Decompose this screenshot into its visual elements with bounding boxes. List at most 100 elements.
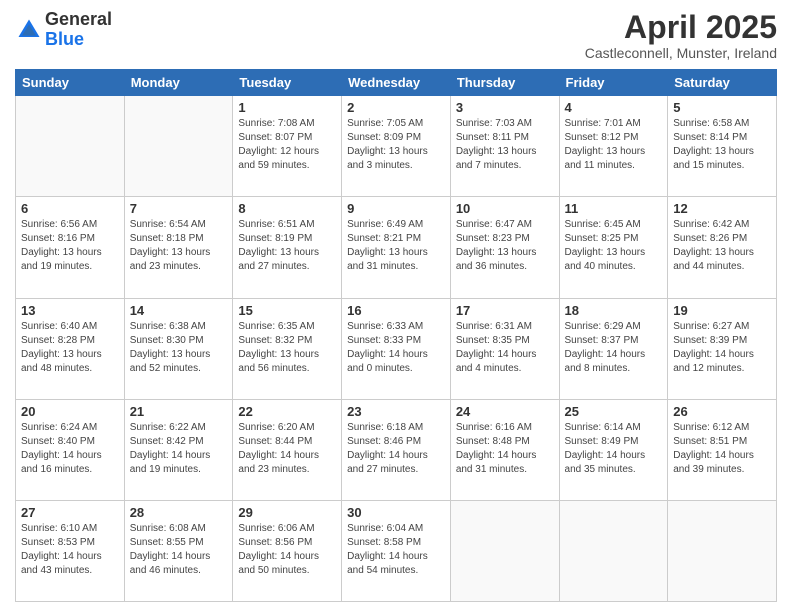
day-info: Sunrise: 6:14 AM Sunset: 8:49 PM Dayligh… bbox=[565, 421, 663, 477]
day-number: 20 bbox=[21, 404, 119, 419]
logo-text: General Blue bbox=[45, 10, 112, 50]
day-cell: 11Sunrise: 6:45 AM Sunset: 8:25 PM Dayli… bbox=[559, 197, 668, 298]
day-cell bbox=[559, 500, 668, 601]
day-info: Sunrise: 6:56 AM Sunset: 8:16 PM Dayligh… bbox=[21, 218, 119, 274]
day-number: 14 bbox=[130, 303, 228, 318]
day-number: 12 bbox=[673, 201, 771, 216]
day-cell: 6 Sunrise: 6:56 AM Sunset: 8:16 PM Daylig… bbox=[16, 197, 125, 298]
day-number: 9 bbox=[347, 201, 445, 216]
day-info: Sunrise: 6:20 AM Sunset: 8:44 PM Dayligh… bbox=[238, 421, 336, 477]
day-number: 26 bbox=[673, 404, 771, 419]
month-title: April 2025 bbox=[585, 10, 777, 45]
day-number: 7 bbox=[130, 201, 228, 216]
day-cell: 18 Sunrise: 6:29 AM Sunset: 8:37 PM Dayli… bbox=[559, 298, 668, 399]
header-cell-thursday: Thursday bbox=[450, 70, 559, 96]
day-cell bbox=[450, 500, 559, 601]
day-info: Sunrise: 6:24 AM Sunset: 8:40 PM Dayligh… bbox=[21, 421, 119, 477]
day-cell: 2Sunrise: 7:05 AM Sunset: 8:09 PM Daylig… bbox=[342, 96, 451, 197]
day-cell: 28Sunrise: 6:08 AM Sunset: 8:55 PM Dayli… bbox=[124, 500, 233, 601]
day-number: 27 bbox=[21, 505, 119, 520]
day-info: Sunrise: 6:47 AM Sunset: 8:23 PM Dayligh… bbox=[456, 218, 554, 274]
day-info: Sunrise: 6:40 AM Sunset: 8:28 PM Dayligh… bbox=[21, 320, 119, 376]
day-cell: 30Sunrise: 6:04 AM Sunset: 8:58 PM Dayli… bbox=[342, 500, 451, 601]
week-row-2: 13 Sunrise: 6:40 AM Sunset: 8:28 PM Dayli… bbox=[16, 298, 777, 399]
week-row-4: 27 Sunrise: 6:10 AM Sunset: 8:53 PM Dayli… bbox=[16, 500, 777, 601]
day-info: Sunrise: 7:01 AM Sunset: 8:12 PM Dayligh… bbox=[565, 117, 663, 173]
day-info: Sunrise: 6:45 AM Sunset: 8:25 PM Dayligh… bbox=[565, 218, 663, 274]
day-number: 25 bbox=[565, 404, 663, 419]
day-info: Sunrise: 6:54 AM Sunset: 8:18 PM Dayligh… bbox=[130, 218, 228, 274]
day-cell: 10 Sunrise: 6:47 AM Sunset: 8:23 PM Dayli… bbox=[450, 197, 559, 298]
page: General Blue April 2025 Castleconnell, M… bbox=[0, 0, 792, 612]
header-cell-tuesday: Tuesday bbox=[233, 70, 342, 96]
header-cell-saturday: Saturday bbox=[668, 70, 777, 96]
day-number: 22 bbox=[238, 404, 336, 419]
day-info: Sunrise: 6:29 AM Sunset: 8:37 PM Dayligh… bbox=[565, 320, 663, 376]
day-cell: 29 Sunrise: 6:06 AM Sunset: 8:56 PM Dayli… bbox=[233, 500, 342, 601]
day-cell: 23Sunrise: 6:18 AM Sunset: 8:46 PM Dayli… bbox=[342, 399, 451, 500]
day-number: 10 bbox=[456, 201, 554, 216]
day-info: Sunrise: 6:49 AM Sunset: 8:21 PM Dayligh… bbox=[347, 218, 445, 274]
day-number: 6 bbox=[21, 201, 119, 216]
header: General Blue April 2025 Castleconnell, M… bbox=[15, 10, 777, 61]
day-cell: 27 Sunrise: 6:10 AM Sunset: 8:53 PM Dayli… bbox=[16, 500, 125, 601]
logo-icon bbox=[15, 16, 43, 44]
day-info: Sunrise: 6:06 AM Sunset: 8:56 PM Dayligh… bbox=[238, 522, 336, 578]
day-number: 16 bbox=[347, 303, 445, 318]
day-cell: 21Sunrise: 6:22 AM Sunset: 8:42 PM Dayli… bbox=[124, 399, 233, 500]
logo-general: General bbox=[45, 10, 112, 30]
header-cell-monday: Monday bbox=[124, 70, 233, 96]
day-number: 3 bbox=[456, 100, 554, 115]
day-info: Sunrise: 6:33 AM Sunset: 8:33 PM Dayligh… bbox=[347, 320, 445, 376]
day-number: 23 bbox=[347, 404, 445, 419]
day-cell: 4 Sunrise: 7:01 AM Sunset: 8:12 PM Daylig… bbox=[559, 96, 668, 197]
day-cell bbox=[668, 500, 777, 601]
day-info: Sunrise: 6:51 AM Sunset: 8:19 PM Dayligh… bbox=[238, 218, 336, 274]
week-row-0: 1 Sunrise: 7:08 AM Sunset: 8:07 PM Daylig… bbox=[16, 96, 777, 197]
header-row: SundayMondayTuesdayWednesdayThursdayFrid… bbox=[16, 70, 777, 96]
calendar-body: 1 Sunrise: 7:08 AM Sunset: 8:07 PM Daylig… bbox=[16, 96, 777, 602]
day-cell: 15Sunrise: 6:35 AM Sunset: 8:32 PM Dayli… bbox=[233, 298, 342, 399]
title-section: April 2025 Castleconnell, Munster, Irela… bbox=[585, 10, 777, 61]
day-number: 13 bbox=[21, 303, 119, 318]
header-cell-friday: Friday bbox=[559, 70, 668, 96]
day-info: Sunrise: 6:16 AM Sunset: 8:48 PM Dayligh… bbox=[456, 421, 554, 477]
day-cell: 17Sunrise: 6:31 AM Sunset: 8:35 PM Dayli… bbox=[450, 298, 559, 399]
day-cell: 26Sunrise: 6:12 AM Sunset: 8:51 PM Dayli… bbox=[668, 399, 777, 500]
day-cell bbox=[124, 96, 233, 197]
day-info: Sunrise: 6:27 AM Sunset: 8:39 PM Dayligh… bbox=[673, 320, 771, 376]
day-cell: 24 Sunrise: 6:16 AM Sunset: 8:48 PM Dayli… bbox=[450, 399, 559, 500]
day-info: Sunrise: 6:58 AM Sunset: 8:14 PM Dayligh… bbox=[673, 117, 771, 173]
day-number: 19 bbox=[673, 303, 771, 318]
day-info: Sunrise: 6:38 AM Sunset: 8:30 PM Dayligh… bbox=[130, 320, 228, 376]
day-number: 24 bbox=[456, 404, 554, 419]
day-number: 18 bbox=[565, 303, 663, 318]
location-subtitle: Castleconnell, Munster, Ireland bbox=[585, 45, 777, 61]
day-cell: 20 Sunrise: 6:24 AM Sunset: 8:40 PM Dayli… bbox=[16, 399, 125, 500]
day-info: Sunrise: 6:42 AM Sunset: 8:26 PM Dayligh… bbox=[673, 218, 771, 274]
day-number: 29 bbox=[238, 505, 336, 520]
day-number: 2 bbox=[347, 100, 445, 115]
day-cell: 1 Sunrise: 7:08 AM Sunset: 8:07 PM Daylig… bbox=[233, 96, 342, 197]
day-number: 4 bbox=[565, 100, 663, 115]
day-cell: 5Sunrise: 6:58 AM Sunset: 8:14 PM Daylig… bbox=[668, 96, 777, 197]
day-number: 8 bbox=[238, 201, 336, 216]
calendar-table: SundayMondayTuesdayWednesdayThursdayFrid… bbox=[15, 69, 777, 602]
day-cell: 13 Sunrise: 6:40 AM Sunset: 8:28 PM Dayli… bbox=[16, 298, 125, 399]
day-number: 1 bbox=[238, 100, 336, 115]
day-info: Sunrise: 6:04 AM Sunset: 8:58 PM Dayligh… bbox=[347, 522, 445, 578]
day-info: Sunrise: 7:08 AM Sunset: 8:07 PM Dayligh… bbox=[238, 117, 336, 173]
day-cell: 25 Sunrise: 6:14 AM Sunset: 8:49 PM Dayli… bbox=[559, 399, 668, 500]
day-info: Sunrise: 6:31 AM Sunset: 8:35 PM Dayligh… bbox=[456, 320, 554, 376]
day-cell: 12 Sunrise: 6:42 AM Sunset: 8:26 PM Dayli… bbox=[668, 197, 777, 298]
day-info: Sunrise: 6:10 AM Sunset: 8:53 PM Dayligh… bbox=[21, 522, 119, 578]
day-cell: 8 Sunrise: 6:51 AM Sunset: 8:19 PM Daylig… bbox=[233, 197, 342, 298]
header-cell-sunday: Sunday bbox=[16, 70, 125, 96]
day-info: Sunrise: 6:08 AM Sunset: 8:55 PM Dayligh… bbox=[130, 522, 228, 578]
day-number: 15 bbox=[238, 303, 336, 318]
day-number: 21 bbox=[130, 404, 228, 419]
day-cell: 22 Sunrise: 6:20 AM Sunset: 8:44 PM Dayli… bbox=[233, 399, 342, 500]
day-cell: 9 Sunrise: 6:49 AM Sunset: 8:21 PM Daylig… bbox=[342, 197, 451, 298]
logo: General Blue bbox=[15, 10, 112, 50]
week-row-3: 20 Sunrise: 6:24 AM Sunset: 8:40 PM Dayli… bbox=[16, 399, 777, 500]
